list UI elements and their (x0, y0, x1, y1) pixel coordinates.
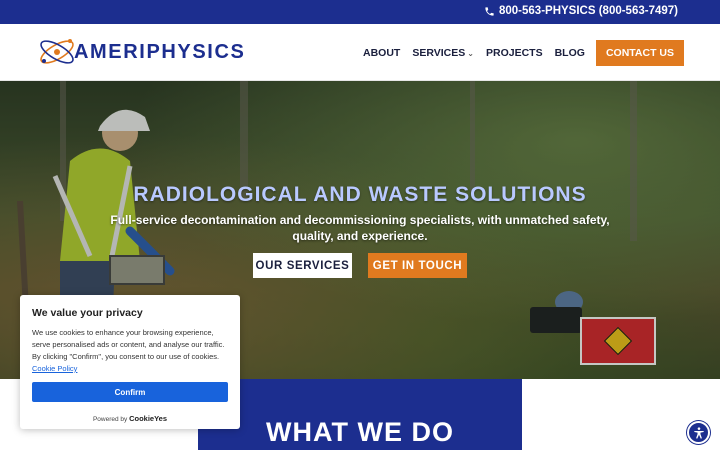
powered-by-label: Powered by (92, 416, 128, 423)
nav-blog[interactable]: BLOG (555, 47, 585, 59)
contact-us-button[interactable]: CONTACT US (595, 40, 684, 66)
hero-subtitle: Full-service decontamination and decommi… (110, 213, 610, 243)
phone-icon (485, 6, 494, 16)
what-we-do-heading: WHAT WE DO (266, 417, 454, 447)
top-bar: 800-563-PHYSICS (800-563-7497) (0, 0, 720, 24)
get-in-touch-button[interactable]: GET IN TOUCH (368, 253, 467, 278)
chevron-down-icon: ⌄ (467, 48, 474, 58)
cookie-confirm-button[interactable]: Confirm (32, 382, 228, 402)
cookie-policy-link[interactable]: Cookie Policy (32, 364, 77, 373)
nav-about[interactable]: ABOUT (363, 47, 400, 59)
our-services-button[interactable]: OUR SERVICES (253, 253, 352, 278)
hero-title: RADIOLOGICAL AND WASTE SOLUTIONS (133, 183, 587, 206)
nav-services-label: SERVICES (412, 47, 466, 59)
cookie-consent-banner: We value your privacy We use cookies to … (20, 295, 240, 429)
cookie-description: We use cookies to enhance your browsing … (32, 328, 225, 361)
cookie-text: We use cookies to enhance your browsing … (32, 327, 228, 375)
atom-logo-icon (40, 39, 74, 64)
what-we-do-panel: WHAT WE DO (198, 379, 522, 450)
main-nav: ABOUT SERVICES ⌄ PROJECTS BLOG CONTACT U… (351, 40, 684, 66)
accessibility-icon (693, 426, 704, 439)
site-logo[interactable]: AMERIPHYSICS (36, 33, 245, 71)
phone-link[interactable]: 800-563-PHYSICS (800-563-7497) (484, 5, 678, 17)
site-header: AMERIPHYSICS ABOUT SERVICES ⌄ PROJECTS B… (0, 24, 720, 81)
cookie-title: We value your privacy (32, 307, 143, 319)
phone-number: 800-563-PHYSICS (800-563-7497) (499, 5, 678, 17)
cookie-powered-by: Powered by CookieYes (20, 414, 240, 423)
accessibility-button[interactable] (687, 421, 710, 444)
nav-services[interactable]: SERVICES ⌄ (412, 47, 474, 59)
cookieyes-logo: CookieYes (129, 414, 168, 423)
nav-projects[interactable]: PROJECTS (486, 47, 543, 59)
brand-name: AMERIPHYSICS (74, 40, 246, 63)
